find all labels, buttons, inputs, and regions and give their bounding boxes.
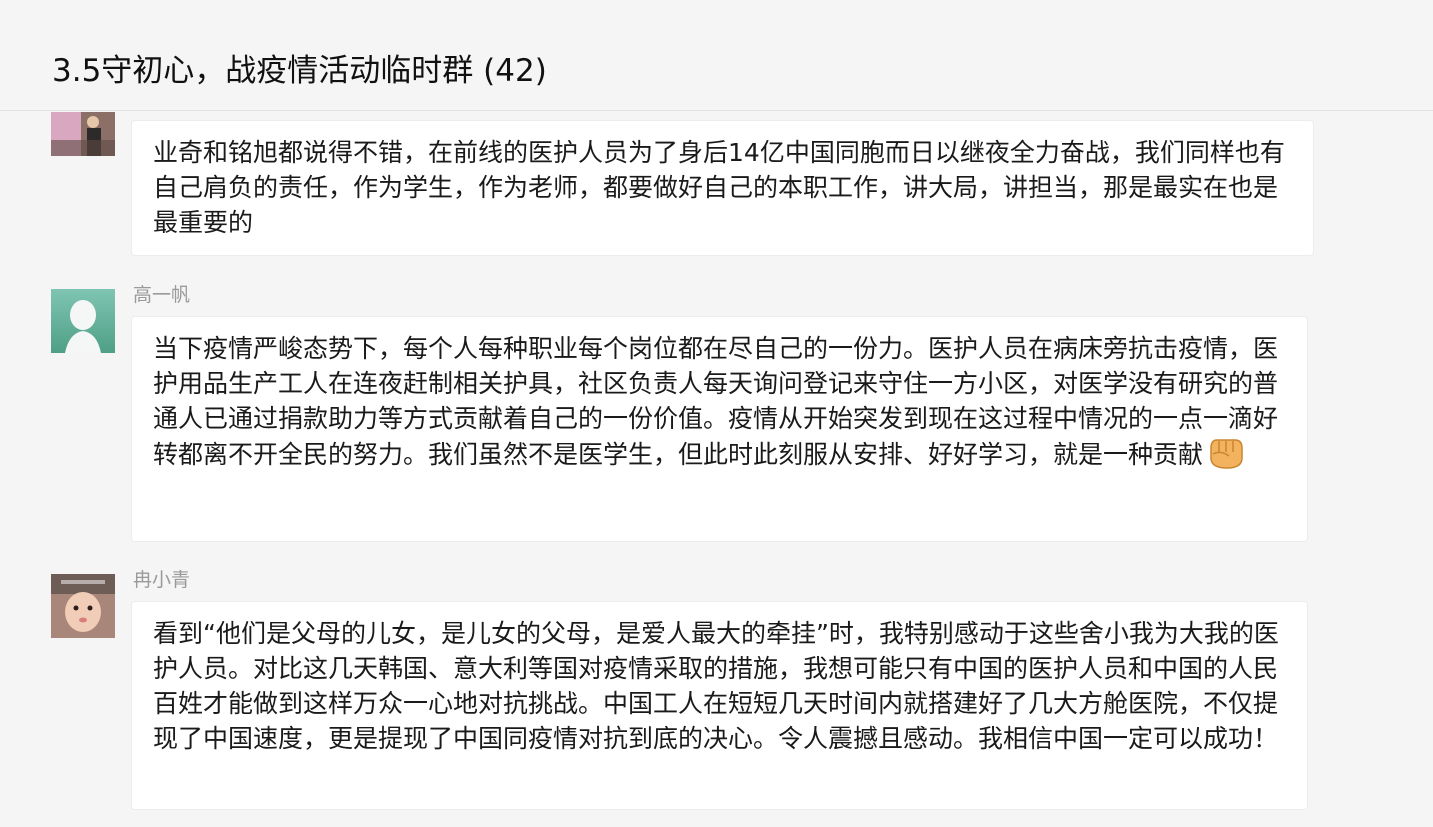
sender-name: 高一帆 xyxy=(133,284,191,306)
chat-header: 3.5守初心，战疫情活动临时群 (42) xyxy=(0,0,1433,111)
sender-name: 冉小青 xyxy=(133,569,191,591)
message-bubble[interactable]: 看到“他们是父母的儿女，是儿女的父母，是爱人最大的牵挂”时，我特别感动于这些舍小… xyxy=(131,601,1308,810)
message-text: 业奇和铭旭都说得不错，在前线的医护人员为了身后14亿中国同胞而日以继夜全力奋战，… xyxy=(153,138,1285,237)
message-bubble[interactable]: 业奇和铭旭都说得不错，在前线的医护人员为了身后14亿中国同胞而日以继夜全力奋战，… xyxy=(131,120,1314,256)
chat-title: 3.5守初心，战疫情活动临时群 (42) xyxy=(52,53,547,89)
avatar[interactable] xyxy=(51,112,115,156)
message-text: 看到“他们是父母的儿女，是儿女的父母，是爱人最大的牵挂”时，我特别感动于这些舍小… xyxy=(153,619,1279,753)
fist-emoji-icon xyxy=(1207,436,1245,469)
avatar[interactable] xyxy=(51,574,115,638)
message-list[interactable]: 业奇和铭旭都说得不错，在前线的医护人员为了身后14亿中国同胞而日以继夜全力奋战，… xyxy=(0,112,1433,827)
message-text: 当下疫情严峻态势下，每个人每种职业每个岗位都在尽自己的一份力。医护人员在病床旁抗… xyxy=(153,334,1279,469)
message-bubble[interactable]: 当下疫情严峻态势下，每个人每种职业每个岗位都在尽自己的一份力。医护人员在病床旁抗… xyxy=(131,316,1308,542)
avatar[interactable] xyxy=(51,289,115,353)
